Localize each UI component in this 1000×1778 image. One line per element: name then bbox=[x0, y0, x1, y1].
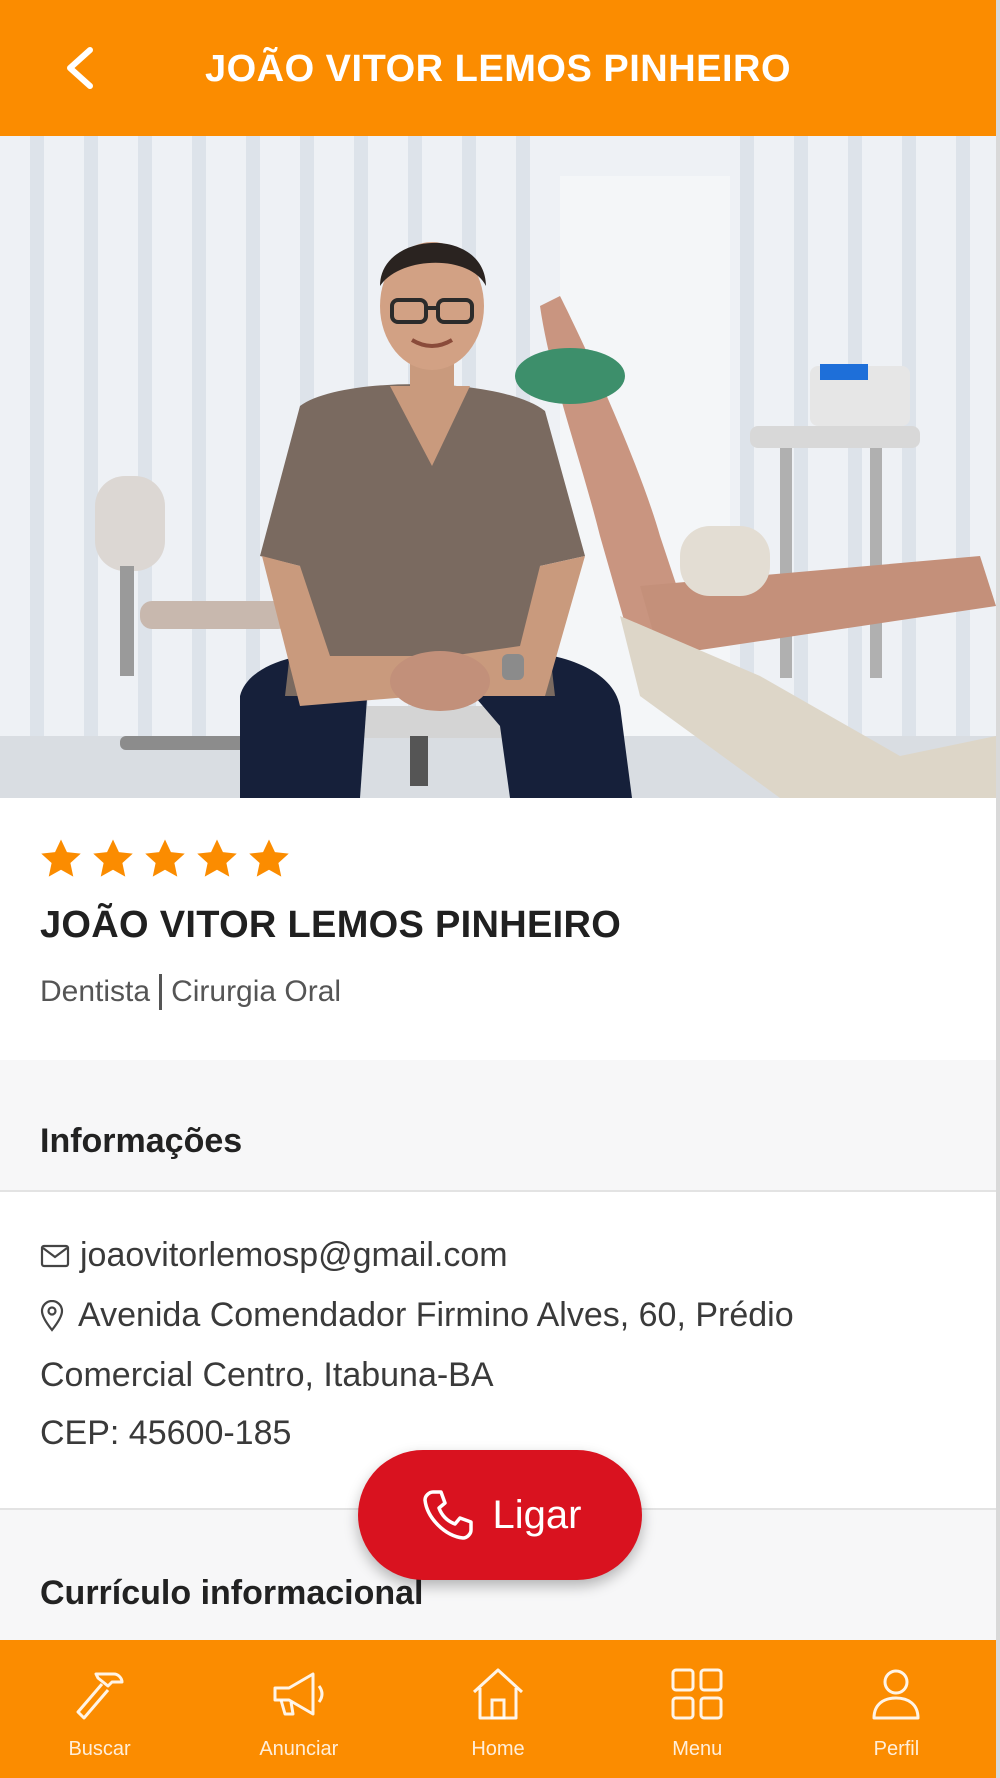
nav-label-menu: Menu bbox=[672, 1738, 723, 1760]
grid-icon bbox=[671, 1668, 723, 1720]
app-screen: JOÃO VITOR LEMOS PINHEIRO JOÃO VITOR LEM… bbox=[0, 0, 1000, 1778]
nav-item-menu[interactable]: Menu bbox=[598, 1640, 797, 1778]
home-icon bbox=[472, 1668, 524, 1720]
address-line1: Avenida Comendador Firmino Alves, 60, Pr… bbox=[78, 1296, 794, 1334]
megaphone-icon bbox=[273, 1672, 324, 1716]
nav-item-buscar[interactable]: Buscar bbox=[0, 1640, 199, 1778]
email-text: joaovitorlemosp@gmail.com bbox=[80, 1236, 508, 1274]
nav-item-perfil[interactable]: Perfil bbox=[797, 1640, 996, 1778]
call-button[interactable]: Ligar bbox=[358, 1450, 642, 1580]
rating-stars bbox=[38, 836, 292, 882]
hammer-icon bbox=[76, 1672, 124, 1720]
address-line: Avenida Comendador Firmino Alves, 60, Pr… bbox=[40, 1296, 794, 1335]
profile-specialty: Cirurgia Oral bbox=[171, 975, 342, 1008]
phone-icon bbox=[422, 1490, 473, 1540]
nav-item-home[interactable]: Home bbox=[398, 1640, 597, 1778]
mail-icon bbox=[40, 1244, 70, 1267]
bottom-nav: Buscar Anunciar Home Menu Perfil bbox=[0, 1640, 996, 1778]
nav-item-anunciar[interactable]: Anunciar bbox=[199, 1640, 398, 1778]
back-button[interactable] bbox=[50, 38, 110, 98]
email-line[interactable]: joaovitorlemosp@gmail.com bbox=[40, 1236, 508, 1275]
role-separator bbox=[159, 974, 163, 1010]
star-icon bbox=[93, 839, 133, 877]
nav-label-anunciar: Anunciar bbox=[259, 1738, 339, 1760]
user-icon bbox=[872, 1669, 920, 1720]
star-icon bbox=[41, 839, 81, 877]
info-heading: Informações bbox=[40, 1122, 243, 1160]
cep-text: CEP: 45600-185 bbox=[40, 1414, 292, 1452]
nav-label-perfil: Perfil bbox=[873, 1738, 920, 1760]
profile-role: Dentista bbox=[40, 975, 151, 1008]
curriculum-heading: Currículo informacional bbox=[40, 1574, 424, 1612]
page-title: JOÃO VITOR LEMOS PINHEIRO bbox=[204, 48, 792, 90]
star-icon bbox=[145, 839, 185, 877]
chevron-left-icon bbox=[67, 47, 93, 89]
profile-name: JOÃO VITOR LEMOS PINHEIRO bbox=[40, 904, 622, 946]
call-button-label: Ligar bbox=[492, 1492, 582, 1537]
star-icon bbox=[197, 839, 237, 877]
nav-label-home: Home bbox=[471, 1738, 525, 1760]
address-line2: Comercial Centro, Itabuna-BA bbox=[40, 1356, 494, 1394]
profile-photo bbox=[0, 136, 996, 798]
profile-card: JOÃO VITOR LEMOS PINHEIRO Dentista Cirur… bbox=[0, 798, 996, 1062]
info-section-header: Informações bbox=[0, 1060, 996, 1192]
app-header: JOÃO VITOR LEMOS PINHEIRO bbox=[0, 0, 996, 136]
star-icon bbox=[249, 839, 289, 877]
nav-label-buscar: Buscar bbox=[68, 1738, 131, 1760]
profile-role-line: Dentista Cirurgia Oral bbox=[40, 974, 341, 1010]
location-pin-icon bbox=[40, 1299, 64, 1332]
